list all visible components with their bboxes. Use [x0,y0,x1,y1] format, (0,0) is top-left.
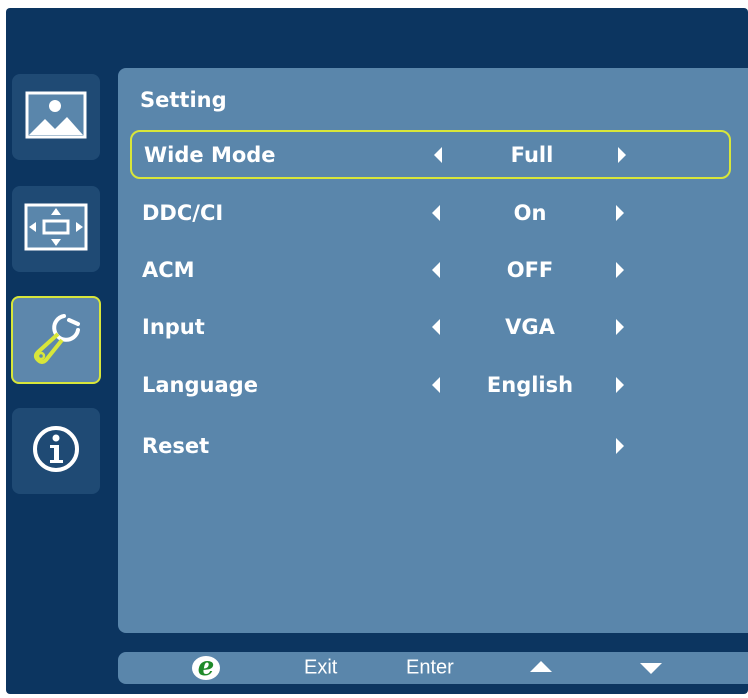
row-label: Reset [142,434,210,458]
panel-title: Setting [140,88,227,112]
exit-button[interactable]: Exit [304,657,337,680]
arrow-right-icon[interactable] [616,205,624,221]
row-label: Input [142,315,205,339]
row-label: Language [142,373,258,397]
row-value: On [513,201,547,225]
sidebar-item-setting[interactable] [11,296,101,384]
arrow-right-icon[interactable] [616,377,624,393]
row-acm[interactable]: ACM OFF [130,246,729,294]
row-label: ACM [142,258,195,282]
sidebar-item-info[interactable] [12,408,100,494]
triangle-up-icon[interactable] [530,661,552,672]
arrow-left-icon[interactable] [432,377,440,393]
wrench-icon [28,310,84,370]
arrow-left-icon[interactable] [432,319,440,335]
row-value: VGA [505,315,555,339]
picture-icon [25,91,87,143]
sidebar-item-position[interactable] [12,186,100,272]
row-value: Full [510,142,554,167]
row-ddc-ci[interactable]: DDC/CI On [130,189,729,237]
row-wide-mode[interactable]: Wide Mode Full [130,130,731,179]
position-icon [24,203,88,255]
arrow-right-icon[interactable] [616,438,624,454]
arrow-left-icon[interactable] [434,146,442,163]
footer-bar: e Exit Enter [118,652,748,684]
row-label: DDC/CI [142,201,224,225]
e-key-label: e [197,652,215,682]
arrow-left-icon[interactable] [432,262,440,278]
arrow-right-icon[interactable] [618,146,626,163]
row-language[interactable]: Language English [130,361,729,409]
info-icon [31,424,81,478]
settings-panel: Setting Wide Mode Full DDC/CI On ACM OFF… [118,68,748,633]
triangle-down-icon[interactable] [640,663,662,674]
row-value: OFF [506,258,554,282]
arrow-right-icon[interactable] [616,262,624,278]
sidebar-item-picture[interactable] [12,74,100,160]
arrow-right-icon[interactable] [616,319,624,335]
enter-button[interactable]: Enter [406,657,454,680]
row-input[interactable]: Input VGA [130,303,729,351]
row-label: Wide Mode [144,142,276,167]
e-key-icon[interactable]: e [192,654,220,680]
row-reset[interactable]: Reset [130,422,729,470]
row-value: English [486,373,574,397]
arrow-left-icon[interactable] [432,205,440,221]
